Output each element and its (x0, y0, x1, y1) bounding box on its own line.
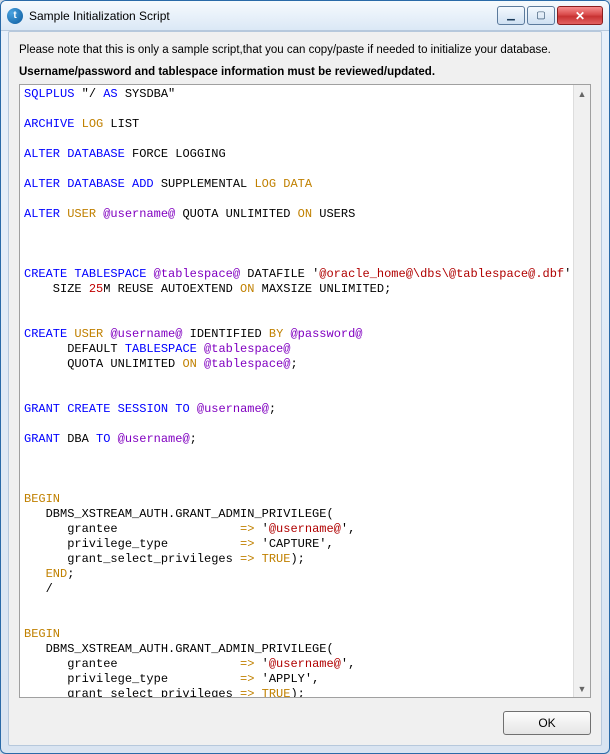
script-code[interactable]: SQLPLUS "/ AS SYSDBA" ARCHIVE LOG LIST A… (20, 85, 590, 698)
scroll-down-icon[interactable]: ▼ (574, 680, 590, 697)
ok-button[interactable]: OK (503, 711, 591, 735)
scroll-track[interactable] (574, 102, 590, 680)
note-line-2: Username/password and tablespace informa… (19, 66, 591, 78)
window-controls: ▁ ▢ ✕ (495, 6, 603, 25)
minimize-button[interactable]: ▁ (497, 6, 525, 25)
window-title: Sample Initialization Script (29, 9, 495, 23)
app-icon: t (7, 8, 23, 24)
maximize-button[interactable]: ▢ (527, 6, 555, 25)
maximize-icon: ▢ (536, 10, 545, 21)
note-line-1: Please note that this is only a sample s… (19, 44, 591, 56)
script-textarea[interactable]: SQLPLUS "/ AS SYSDBA" ARCHIVE LOG LIST A… (19, 84, 591, 698)
titlebar[interactable]: t Sample Initialization Script ▁ ▢ ✕ (1, 1, 609, 31)
dialog-footer: OK (503, 711, 591, 735)
close-icon: ✕ (575, 9, 585, 23)
scroll-up-icon[interactable]: ▲ (574, 85, 590, 102)
scrollbar[interactable]: ▲ ▼ (573, 85, 590, 697)
close-button[interactable]: ✕ (557, 6, 603, 25)
minimize-icon: ▁ (507, 10, 515, 21)
content-panel: Please note that this is only a sample s… (8, 31, 602, 746)
dialog-window: t Sample Initialization Script ▁ ▢ ✕ Ple… (0, 0, 610, 754)
